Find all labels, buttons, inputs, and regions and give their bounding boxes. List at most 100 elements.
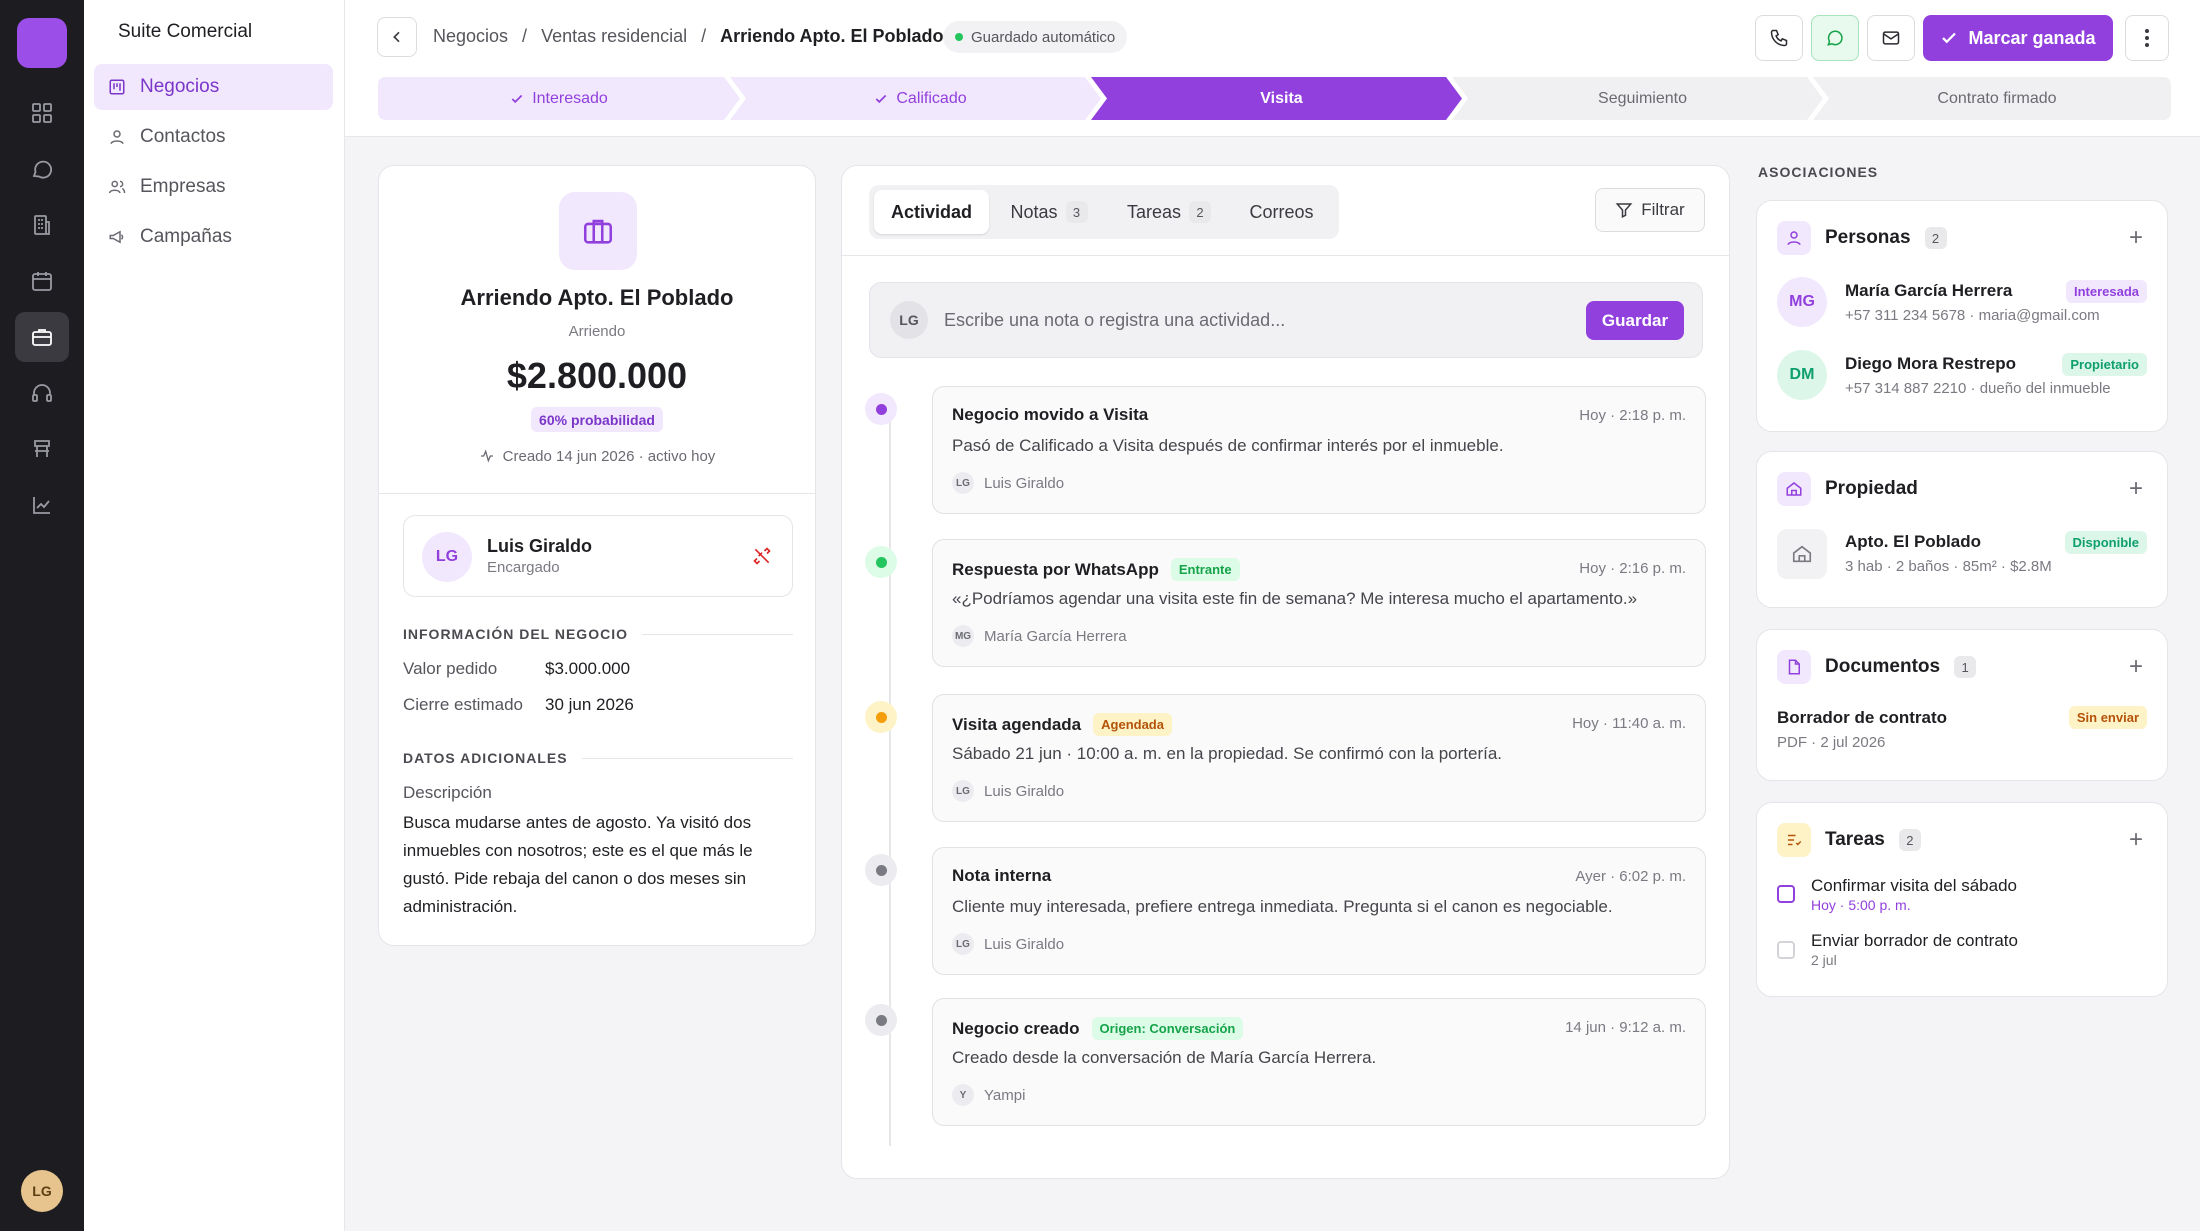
activity-tabs: Actividad Notas 3 Tareas 2 Correos bbox=[869, 185, 1339, 239]
add-document-icon[interactable]: + bbox=[2129, 655, 2143, 679]
mark-won-label: Marcar ganada bbox=[1968, 27, 2096, 48]
breadcrumb-current: Arriendo Apto. El Poblado bbox=[720, 26, 944, 46]
autosave-badge: Guardado automático bbox=[943, 21, 1128, 53]
timeline-dot bbox=[865, 393, 897, 425]
property-card: Propiedad + Apto. El Poblado Disponible … bbox=[1756, 451, 2168, 608]
mail-icon bbox=[1882, 31, 1900, 45]
event-time: 14 jun · 9:12 a. m. bbox=[1565, 1019, 1686, 1036]
tab-notas[interactable]: Notas 3 bbox=[999, 190, 1099, 234]
more-button[interactable] bbox=[2125, 15, 2169, 61]
note-input[interactable]: Escribe una nota o registra una activida… bbox=[944, 310, 1285, 331]
save-note-button[interactable]: Guardar bbox=[1586, 301, 1684, 340]
timeline-event[interactable]: Visita agendada Agendada Hoy · 11:40 a. m… bbox=[932, 694, 1706, 822]
stage-seguimiento[interactable]: Seguimiento bbox=[1462, 77, 1823, 120]
store-icon[interactable] bbox=[15, 424, 69, 474]
status-badge: Disponible bbox=[2064, 531, 2147, 554]
stage-contrato-firmado[interactable]: Contrato firmado bbox=[1823, 77, 2171, 120]
breadcrumb-link[interactable]: Ventas residencial bbox=[541, 26, 687, 47]
task-due: Hoy · 5:00 p. m. bbox=[1811, 897, 1911, 913]
count-badge: 3 bbox=[1065, 201, 1088, 223]
person-meta: +57 314 887 2210 · dueño del inmueble bbox=[1845, 380, 2111, 397]
user-avatar[interactable]: LG bbox=[21, 1170, 63, 1212]
mark-won-button[interactable]: Marcar ganada bbox=[1923, 15, 2113, 61]
event-tag: Entrante bbox=[1170, 558, 1240, 581]
avatar: MG bbox=[1777, 277, 1827, 327]
stage-calificado[interactable]: Calificado bbox=[740, 77, 1101, 120]
sidebar-item-empresas[interactable]: Empresas bbox=[94, 164, 333, 210]
sidebar-item-contactos[interactable]: Contactos bbox=[94, 114, 333, 160]
briefcase-icon bbox=[559, 192, 637, 270]
chart-icon[interactable] bbox=[15, 480, 69, 530]
document-name[interactable]: Borrador de contrato bbox=[1777, 708, 1947, 728]
tab-correos[interactable]: Correos bbox=[1234, 190, 1329, 234]
event-description: Pasó de Calificado a Visita después de c… bbox=[952, 436, 1504, 455]
sidebar-item-negocios[interactable]: Negocios bbox=[94, 64, 333, 110]
breadcrumb-link[interactable]: Negocios bbox=[433, 26, 508, 47]
stage-interesado[interactable]: Interesado bbox=[378, 77, 740, 120]
whatsapp-button[interactable] bbox=[1811, 15, 1859, 61]
filter-button[interactable]: Filtrar bbox=[1595, 188, 1705, 232]
task-checkbox[interactable] bbox=[1777, 885, 1795, 903]
person-name[interactable]: María García Herrera bbox=[1845, 281, 2012, 301]
calendar-icon[interactable] bbox=[15, 256, 69, 306]
owner-name: Luis Giraldo bbox=[487, 536, 593, 556]
chat-icon[interactable] bbox=[15, 144, 69, 194]
headset-icon[interactable] bbox=[15, 368, 69, 418]
owner-card[interactable]: LG Luis Giraldo Encargado bbox=[403, 515, 793, 597]
sidebar-item-campanas[interactable]: Campañas bbox=[94, 214, 333, 260]
stage-visita[interactable]: Visita bbox=[1101, 77, 1462, 120]
user-icon bbox=[110, 130, 124, 145]
count-badge: 2 bbox=[1189, 201, 1212, 223]
property-name[interactable]: Apto. El Poblado bbox=[1845, 532, 1981, 552]
count-badge: 2 bbox=[1924, 227, 1947, 249]
add-task-icon[interactable]: + bbox=[2129, 828, 2143, 852]
person-icon bbox=[1777, 221, 1811, 255]
call-button[interactable] bbox=[1755, 15, 1803, 61]
author-avatar: LG bbox=[952, 472, 974, 494]
timeline-event[interactable]: Negocio creado Origen: Conversación 14 ju… bbox=[932, 998, 1706, 1126]
timeline-event[interactable]: Nota interna Ayer · 6:02 p. m. Cliente m… bbox=[932, 847, 1706, 975]
app-logo[interactable] bbox=[17, 18, 67, 68]
building-icon[interactable] bbox=[15, 200, 69, 250]
card-title: Personas bbox=[1825, 227, 1911, 248]
unassign-icon[interactable] bbox=[752, 546, 772, 571]
status-dot-icon bbox=[955, 33, 963, 41]
home-icon bbox=[1777, 529, 1827, 579]
tab-actividad[interactable]: Actividad bbox=[874, 190, 989, 234]
person-name[interactable]: Diego Mora Restrepo bbox=[1845, 354, 2016, 374]
add-person-icon[interactable]: + bbox=[2129, 226, 2143, 250]
count-badge: 1 bbox=[1954, 656, 1977, 678]
card-title: Tareas bbox=[1825, 829, 1885, 850]
file-icon bbox=[1777, 650, 1811, 684]
task-checkbox[interactable] bbox=[1777, 941, 1795, 959]
timeline-dot bbox=[865, 701, 897, 733]
owner-role: Encargado bbox=[487, 559, 560, 576]
autosave-label: Guardado automático bbox=[971, 28, 1116, 46]
deal-type: Arriendo bbox=[568, 323, 626, 340]
tab-tareas[interactable]: Tareas 2 bbox=[1114, 190, 1224, 234]
composer-avatar: LG bbox=[890, 301, 928, 339]
app-title: Suite Comercial bbox=[118, 21, 253, 42]
back-button[interactable] bbox=[377, 17, 417, 57]
timeline-event[interactable]: Respuesta por WhatsApp Entrante Hoy · 2:1… bbox=[932, 539, 1706, 667]
section-title: INFORMACIÓN DEL NEGOCIO bbox=[403, 626, 628, 642]
tab-label: Notas bbox=[1010, 201, 1058, 222]
event-description: Sábado 21 jun · 10:00 a. m. en la propie… bbox=[952, 744, 1503, 763]
check-icon bbox=[876, 94, 887, 103]
briefcase-icon[interactable] bbox=[15, 312, 69, 362]
home-icon bbox=[1777, 472, 1811, 506]
divider bbox=[842, 255, 1729, 256]
person-meta: +57 311 234 5678 · maria@gmail.com bbox=[1845, 307, 2100, 324]
grid-icon[interactable] bbox=[15, 88, 69, 138]
status-badge: Interesada bbox=[2065, 280, 2147, 303]
stage-label: Calificado bbox=[896, 89, 967, 107]
status-badge: Sin enviar bbox=[2068, 706, 2147, 729]
timeline-dot bbox=[865, 854, 897, 886]
event-tag: Agendada bbox=[1093, 713, 1172, 736]
timeline-dot bbox=[865, 1004, 897, 1036]
email-button[interactable] bbox=[1867, 15, 1915, 61]
tab-label: Actividad bbox=[890, 201, 973, 222]
deal-title: Arriendo Apto. El Poblado bbox=[460, 285, 734, 310]
add-property-icon[interactable]: + bbox=[2129, 477, 2143, 501]
timeline-event[interactable]: Negocio movido a Visita Hoy · 2:18 p. m.… bbox=[932, 386, 1706, 514]
